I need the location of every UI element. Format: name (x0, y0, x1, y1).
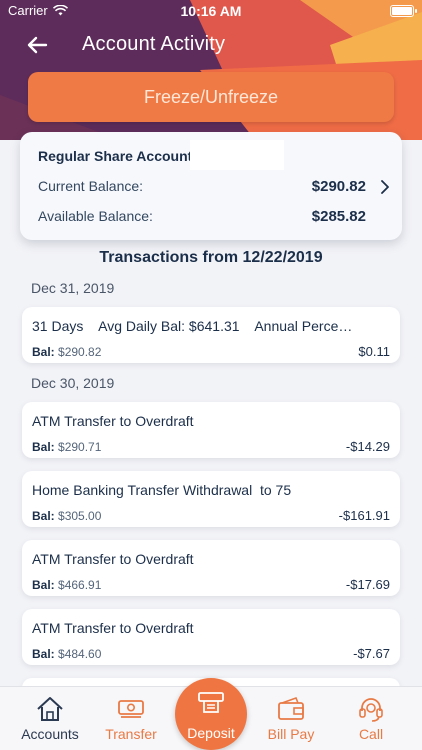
transaction-description: ATM Transfer to Overdraft (32, 551, 194, 567)
tab-label: Deposit (187, 725, 235, 741)
money-icon (118, 700, 144, 718)
transaction-amount: -$161.91 (338, 508, 390, 523)
transaction-amount: -$17.69 (345, 577, 390, 592)
account-number-redaction (190, 140, 284, 170)
account-name: Regular Share Account (38, 148, 193, 164)
wallet-icon (278, 696, 304, 720)
balance-value: $290.71 (58, 440, 102, 454)
transaction-row[interactable]: ATM Transfer to Overdraft Bal: $466.91 -… (22, 540, 400, 596)
nav-bar: Account Activity (0, 30, 422, 60)
tab-bill-pay[interactable]: Bill Pay (249, 687, 333, 750)
transaction-balance: Bal: $290.71 (32, 440, 101, 454)
transaction-balance: Bal: $290.82 (32, 345, 101, 359)
transaction-description: Home Banking Transfer Withdrawal to 75 (32, 482, 292, 498)
atm-icon (198, 692, 224, 713)
balance-value: $484.60 (58, 647, 102, 661)
tab-label: Transfer (105, 726, 157, 742)
balance-label: Bal: (32, 578, 55, 592)
transaction-row[interactable]: 31 Days Avg Daily Bal: $641.31 Annual Pe… (22, 307, 400, 363)
transaction-description: 31 Days Avg Daily Bal: $641.31 Annual Pe… (32, 318, 353, 334)
available-balance-label: Available Balance: (38, 208, 153, 224)
tab-label: Bill Pay (267, 726, 315, 742)
date-group-label: Dec 31, 2019 (31, 280, 115, 296)
transactions-heading: Transactions from 12/22/2019 (99, 249, 323, 266)
date-group-label: Dec 30, 2019 (31, 375, 115, 391)
battery-icon (390, 5, 417, 17)
transaction-balance: Bal: $484.60 (32, 647, 101, 661)
transaction-amount: -$14.29 (345, 439, 390, 454)
tab-transfer[interactable]: Transfer (89, 687, 173, 750)
page-title: Account Activity (82, 33, 226, 55)
headset-icon (359, 698, 383, 722)
current-balance-label: Current Balance: (38, 178, 144, 194)
balance-value: $305.00 (58, 509, 102, 523)
clock: 10:16 AM (180, 3, 242, 19)
available-balance-row: Available Balance: $285.82 (38, 208, 366, 225)
transaction-row[interactable]: Home Banking Transfer Withdrawal to 75 B… (22, 471, 400, 527)
tab-label: Accounts (21, 726, 79, 742)
transaction-amount: -$7.67 (353, 646, 390, 661)
home-icon (37, 697, 63, 721)
account-summary-card[interactable]: Regular Share Account Current Balance: $… (20, 132, 402, 240)
transaction-balance: Bal: $305.00 (32, 509, 101, 523)
chevron-right-icon[interactable] (380, 179, 390, 195)
balance-value: $290.82 (58, 345, 102, 359)
transaction-row[interactable]: ATM Transfer to Overdraft Bal: $290.71 -… (22, 402, 400, 458)
status-bar: Carrier 10:16 AM (0, 0, 422, 22)
tab-deposit[interactable]: Deposit (175, 678, 247, 750)
tab-label: Call (358, 726, 384, 742)
balance-label: Bal: (32, 509, 55, 523)
freeze-unfreeze-button[interactable]: Freeze/Unfreeze (28, 72, 394, 122)
back-arrow-icon[interactable] (24, 32, 52, 58)
available-balance-value: $285.82 (311, 208, 366, 225)
balance-label: Bal: (32, 345, 55, 359)
tab-accounts[interactable]: Accounts (8, 687, 92, 750)
current-balance-value: $290.82 (311, 178, 366, 195)
tab-call[interactable]: Call (329, 687, 413, 750)
transaction-row[interactable]: ATM Transfer to Overdraft Bal: $484.60 -… (22, 609, 400, 665)
current-balance-row: Current Balance: $290.82 (38, 178, 366, 195)
transaction-description: ATM Transfer to Overdraft (32, 620, 194, 636)
transaction-amount: $0.11 (358, 344, 390, 359)
balance-label: Bal: (32, 647, 55, 661)
transaction-balance: Bal: $466.91 (32, 578, 101, 592)
transaction-description: ATM Transfer to Overdraft (32, 413, 194, 429)
balance-value: $466.91 (58, 578, 102, 592)
balance-label: Bal: (32, 440, 55, 454)
